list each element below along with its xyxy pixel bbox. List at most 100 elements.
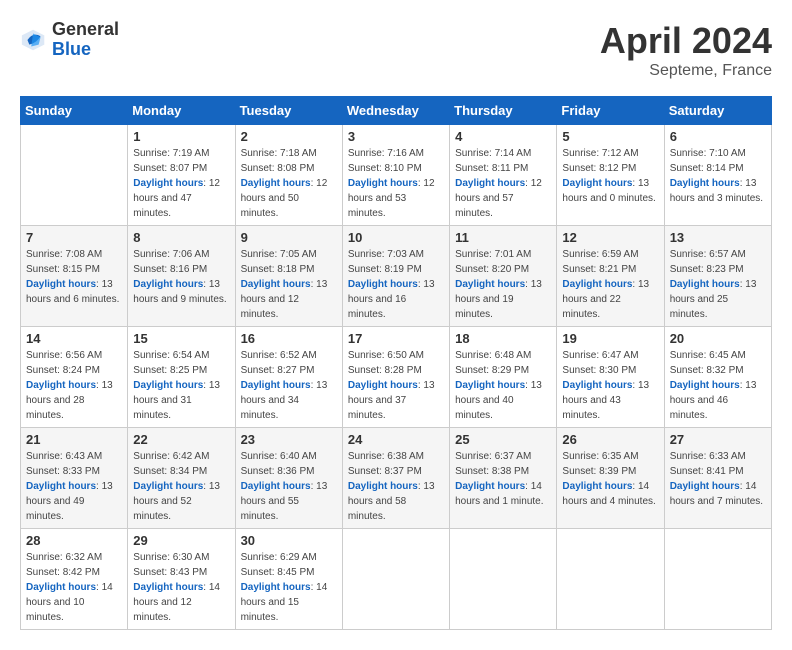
cell-info: Sunrise: 7:19 AMSunset: 8:07 PMDaylight … <box>133 146 229 221</box>
daylight-label: Daylight hours <box>348 380 418 391</box>
cell-info: Sunrise: 7:01 AMSunset: 8:20 PMDaylight … <box>455 247 551 322</box>
sunrise-text: Sunrise: 6:33 AM <box>670 449 766 464</box>
daylight-label: Daylight hours <box>26 481 96 492</box>
daylight-text: Daylight hours: 13 hours and 16 minutes. <box>348 277 444 322</box>
daylight-label: Daylight hours <box>133 582 203 593</box>
calendar-cell <box>21 125 128 226</box>
daylight-text: Daylight hours: 13 hours and 22 minutes. <box>562 277 658 322</box>
sunrise-text: Sunrise: 6:40 AM <box>241 449 337 464</box>
day-number: 18 <box>455 331 551 346</box>
daylight-text: Daylight hours: 14 hours and 15 minutes. <box>241 580 337 625</box>
calendar-cell: 13 Sunrise: 6:57 AMSunset: 8:23 PMDayligh… <box>664 226 771 327</box>
sunset-text: Sunset: 8:43 PM <box>133 565 229 580</box>
location: Septeme, France <box>600 62 772 80</box>
daylight-label: Daylight hours <box>670 178 740 189</box>
daylight-text: Daylight hours: 12 hours and 50 minutes. <box>241 176 337 221</box>
cell-info: Sunrise: 6:54 AMSunset: 8:25 PMDaylight … <box>133 348 229 423</box>
daylight-label: Daylight hours <box>241 380 311 391</box>
day-number: 27 <box>670 432 766 447</box>
daylight-text: Daylight hours: 13 hours and 9 minutes. <box>133 277 229 307</box>
day-number: 4 <box>455 129 551 144</box>
col-header-sunday: Sunday <box>21 97 128 125</box>
sunset-text: Sunset: 8:23 PM <box>670 262 766 277</box>
calendar-week-row: 7Sunrise: 7:08 AMSunset: 8:15 PMDaylight… <box>21 226 772 327</box>
calendar-cell: 10 Sunrise: 7:03 AMSunset: 8:19 PMDayligh… <box>342 226 449 327</box>
sunrise-text: Sunrise: 6:29 AM <box>241 550 337 565</box>
daylight-text: Daylight hours: 13 hours and 34 minutes. <box>241 378 337 423</box>
logo-icon <box>20 26 48 54</box>
month-year: April 2024 <box>600 20 772 62</box>
daylight-text: Daylight hours: 14 hours and 4 minutes. <box>562 479 658 509</box>
sunrise-text: Sunrise: 6:48 AM <box>455 348 551 363</box>
sunset-text: Sunset: 8:21 PM <box>562 262 658 277</box>
day-number: 21 <box>26 432 122 447</box>
cell-info: Sunrise: 6:29 AMSunset: 8:45 PMDaylight … <box>241 550 337 625</box>
calendar-cell <box>664 529 771 630</box>
sunset-text: Sunset: 8:10 PM <box>348 161 444 176</box>
calendar-cell: 2Sunrise: 7:18 AMSunset: 8:08 PMDaylight… <box>235 125 342 226</box>
calendar-week-row: 28Sunrise: 6:32 AMSunset: 8:42 PMDayligh… <box>21 529 772 630</box>
calendar-cell: 27Sunrise: 6:33 AMSunset: 8:41 PMDayligh… <box>664 428 771 529</box>
logo-blue: Blue <box>52 40 119 60</box>
daylight-label: Daylight hours <box>455 380 525 391</box>
calendar-cell: 24Sunrise: 6:38 AMSunset: 8:37 PMDayligh… <box>342 428 449 529</box>
daylight-text: Daylight hours: 13 hours and 58 minutes. <box>348 479 444 524</box>
daylight-label: Daylight hours <box>670 380 740 391</box>
cell-info: Sunrise: 7:14 AMSunset: 8:11 PMDaylight … <box>455 146 551 221</box>
day-number: 25 <box>455 432 551 447</box>
col-header-saturday: Saturday <box>664 97 771 125</box>
sunrise-text: Sunrise: 6:38 AM <box>348 449 444 464</box>
cell-info: Sunrise: 6:56 AMSunset: 8:24 PMDaylight … <box>26 348 122 423</box>
sunset-text: Sunset: 8:16 PM <box>133 262 229 277</box>
cell-info: Sunrise: 7:10 AMSunset: 8:14 PMDaylight … <box>670 146 766 206</box>
cell-info: Sunrise: 7:06 AMSunset: 8:16 PMDaylight … <box>133 247 229 307</box>
cell-info: Sunrise: 7:03 AMSunset: 8:19 PMDaylight … <box>348 247 444 322</box>
day-number: 8 <box>133 230 229 245</box>
cell-info: Sunrise: 6:52 AMSunset: 8:27 PMDaylight … <box>241 348 337 423</box>
daylight-label: Daylight hours <box>562 481 632 492</box>
day-number: 11 <box>455 230 551 245</box>
sunrise-text: Sunrise: 6:30 AM <box>133 550 229 565</box>
day-number: 23 <box>241 432 337 447</box>
cell-info: Sunrise: 6:30 AMSunset: 8:43 PM Daylight … <box>133 550 229 625</box>
sunrise-text: Sunrise: 6:42 AM <box>133 449 229 464</box>
daylight-text: Daylight hours: 13 hours and 6 minutes. <box>26 277 122 307</box>
daylight-label: Daylight hours <box>455 178 525 189</box>
day-number: 24 <box>348 432 444 447</box>
daylight-label: Daylight hours <box>133 279 203 290</box>
calendar-cell: 14 Sunrise: 6:56 AMSunset: 8:24 PMDayligh… <box>21 327 128 428</box>
sunrise-text: Sunrise: 6:43 AM <box>26 449 122 464</box>
daylight-label: Daylight hours <box>241 279 311 290</box>
daylight-text: Daylight hours: 12 hours and 53 minutes. <box>348 176 444 221</box>
calendar-cell: 30Sunrise: 6:29 AMSunset: 8:45 PMDayligh… <box>235 529 342 630</box>
cell-info: Sunrise: 6:57 AMSunset: 8:23 PMDaylight … <box>670 247 766 322</box>
sunrise-text: Sunrise: 7:16 AM <box>348 146 444 161</box>
calendar-cell: 5 Sunrise: 7:12 AMSunset: 8:12 PMDaylight… <box>557 125 664 226</box>
daylight-text: Daylight hours: 13 hours and 25 minutes. <box>670 277 766 322</box>
sunrise-text: Sunrise: 7:06 AM <box>133 247 229 262</box>
day-number: 13 <box>670 230 766 245</box>
sunset-text: Sunset: 8:38 PM <box>455 464 551 479</box>
sunset-text: Sunset: 8:32 PM <box>670 363 766 378</box>
sunset-text: Sunset: 8:33 PM <box>26 464 122 479</box>
cell-info: Sunrise: 7:12 AMSunset: 8:12 PMDaylight … <box>562 146 658 206</box>
daylight-text: Daylight hours: 12 hours and 47 minutes. <box>133 176 229 221</box>
calendar-cell: 21 Sunrise: 6:43 AMSunset: 8:33 PM Dayligh… <box>21 428 128 529</box>
day-number: 10 <box>348 230 444 245</box>
cell-info: Sunrise: 6:50 AMSunset: 8:28 PMDaylight … <box>348 348 444 423</box>
cell-info: Sunrise: 7:08 AMSunset: 8:15 PMDaylight … <box>26 247 122 307</box>
cell-info: Sunrise: 6:40 AMSunset: 8:36 PMDaylight … <box>241 449 337 524</box>
daylight-label: Daylight hours <box>670 481 740 492</box>
sunrise-text: Sunrise: 7:03 AM <box>348 247 444 262</box>
day-number: 5 <box>562 129 658 144</box>
calendar-cell: 17 Sunrise: 6:50 AMSunset: 8:28 PMDayligh… <box>342 327 449 428</box>
day-number: 14 <box>26 331 122 346</box>
day-number: 9 <box>241 230 337 245</box>
calendar-cell: 29Sunrise: 6:30 AMSunset: 8:43 PMDayligh… <box>128 529 235 630</box>
day-number: 19 <box>562 331 658 346</box>
sunset-text: Sunset: 8:42 PM <box>26 565 122 580</box>
day-number: 17 <box>348 331 444 346</box>
sunrise-text: Sunrise: 7:12 AM <box>562 146 658 161</box>
day-number: 22 <box>133 432 229 447</box>
sunrise-text: Sunrise: 6:50 AM <box>348 348 444 363</box>
